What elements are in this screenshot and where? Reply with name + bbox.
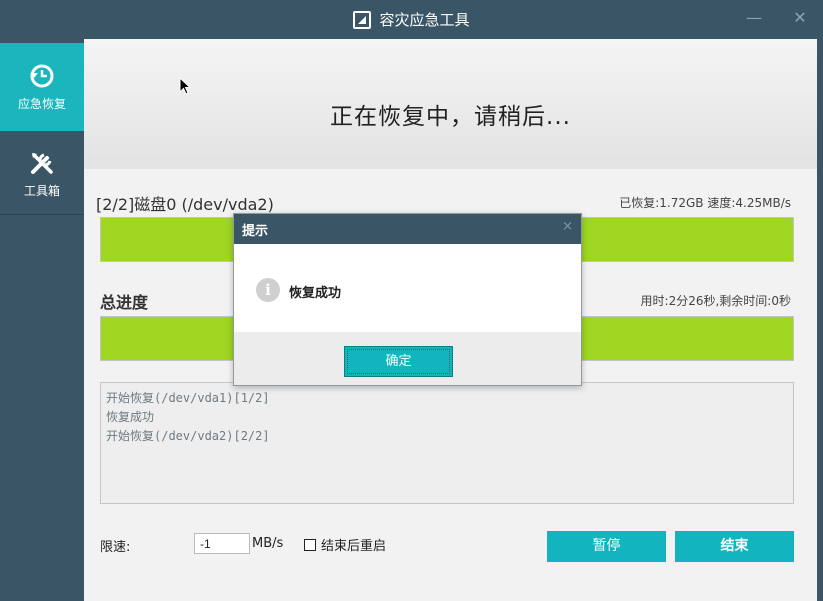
end-button[interactable]: 结束 (675, 531, 794, 562)
status-banner: 正在恢复中，请稍后... (84, 39, 817, 169)
disk-label: [2/2]磁盘0 (/dev/vda2) (96, 191, 274, 215)
dialog-body: i 恢复成功 (234, 244, 581, 332)
speed-limit-unit: MB/s (252, 536, 283, 551)
speed-limit-input[interactable] (194, 533, 250, 554)
dialog-message: 恢复成功 (289, 282, 341, 301)
dialog-header: 提示 × (234, 214, 581, 244)
restart-after-finish-checkbox[interactable]: 结束后重启 (304, 535, 386, 554)
minimize-button[interactable]: — (740, 6, 768, 30)
log-output[interactable]: 开始恢复(/dev/vda1)[1/2] 恢复成功 开始恢复(/dev/vda2… (100, 382, 794, 504)
tools-icon (29, 150, 55, 176)
close-window-button[interactable]: ✕ (786, 6, 814, 30)
success-dialog: 提示 × i 恢复成功 确定 (233, 213, 582, 386)
restart-label: 结束后重启 (321, 535, 386, 554)
window-edge (817, 39, 823, 601)
dialog-title: 提示 (242, 220, 268, 239)
title-bar: 容灾应急工具 — ✕ (0, 0, 823, 39)
sidebar: 应急恢复 工具箱 (0, 39, 84, 601)
log-line: 恢复成功 (106, 408, 788, 427)
total-stats: 用时:2分26秒,剩余时间:0秒 (641, 292, 791, 309)
app-logo-icon (353, 11, 371, 29)
mouse-cursor-icon (179, 77, 191, 95)
info-icon: i (256, 278, 280, 302)
dialog-footer: 确定 (234, 332, 581, 385)
log-line: 开始恢复(/dev/vda1)[1/2] (106, 389, 788, 408)
total-progress-label: 总进度 (100, 289, 148, 313)
checkbox-box[interactable] (304, 539, 316, 551)
disk-stats: 已恢复:1.72GB 速度:4.25MB/s (619, 194, 791, 211)
sidebar-item-label: 应急恢复 (18, 95, 66, 112)
speed-limit-label: 限速: (100, 536, 130, 555)
restore-clock-icon (29, 63, 55, 89)
log-line: 开始恢复(/dev/vda2)[2/2] (106, 427, 788, 446)
sidebar-item-toolbox[interactable]: 工具箱 (0, 135, 84, 215)
ok-button[interactable]: 确定 (344, 346, 453, 377)
page-title: 正在恢复中，请稍后... (84, 97, 817, 131)
sidebar-item-emergency-recovery[interactable]: 应急恢复 (0, 43, 84, 131)
dialog-close-icon[interactable]: × (562, 219, 573, 234)
pause-button[interactable]: 暂停 (547, 531, 666, 562)
sidebar-item-label: 工具箱 (24, 182, 60, 199)
title-wrap: 容灾应急工具 (0, 0, 823, 39)
window-title: 容灾应急工具 (379, 9, 469, 30)
